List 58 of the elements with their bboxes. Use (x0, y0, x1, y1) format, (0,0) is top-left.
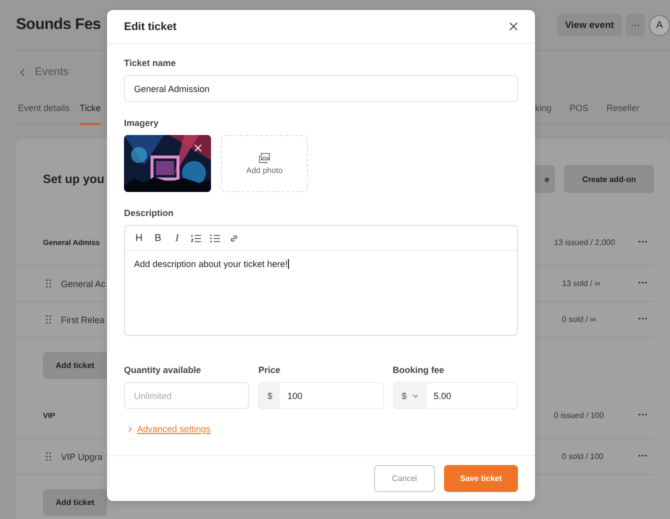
ticket-name: General Ac (61, 278, 106, 288)
card-button[interactable]: Create add-on (564, 165, 654, 193)
remove-icon[interactable] (194, 144, 202, 152)
more-button[interactable]: ··· (638, 314, 648, 325)
drag-handle-icon[interactable] (46, 452, 51, 461)
description-text: Add description about your ticket here! (134, 259, 288, 269)
chevron-right-icon (128, 426, 132, 432)
image-icon (259, 152, 270, 162)
avatar[interactable]: A (649, 14, 670, 36)
drag-handle-icon[interactable] (46, 315, 51, 324)
close-icon[interactable] (509, 22, 518, 31)
ticket-name: First Relea (61, 314, 105, 324)
tab[interactable]: Reseller (606, 93, 640, 125)
dialog-title: Edit ticket (124, 20, 177, 32)
link-icon[interactable] (229, 234, 239, 242)
ticket-name: VIP Upgra (61, 452, 102, 462)
sold-count: 0 sold / 100 (562, 452, 604, 461)
chevron-down-icon[interactable] (412, 394, 419, 398)
view-event-button[interactable]: View event (557, 14, 622, 36)
field-label: Description (124, 208, 174, 218)
more-button[interactable]: ··· (638, 236, 648, 248)
more-button[interactable]: ··· (638, 410, 648, 420)
field-label: Quantity available (124, 365, 202, 375)
field-label: Price (258, 365, 280, 375)
sold-count: 0 sold / ∞ (562, 315, 596, 324)
heading-button[interactable]: H (134, 232, 144, 244)
advanced-settings-link[interactable]: Advanced settings (124, 424, 211, 434)
ticket-name-field[interactable]: General Admission (124, 75, 518, 102)
event-title: Sounds Fes (16, 16, 101, 34)
add-ticket-button[interactable]: Add ticket (43, 488, 107, 516)
cancel-button[interactable]: Cancel (374, 464, 435, 492)
card-button[interactable]: e (535, 165, 556, 193)
bullet-list-icon[interactable] (210, 234, 220, 242)
field-label: Imagery (124, 118, 159, 128)
issued-count: 13 issued / 2,000 (554, 238, 615, 246)
tab[interactable]: king (535, 93, 552, 125)
italic-button[interactable]: I (172, 232, 182, 244)
quantity-field[interactable]: Unlimited (124, 382, 250, 409)
back-icon[interactable] (20, 68, 25, 76)
more-button[interactable]: ··· (638, 451, 648, 462)
tab[interactable]: POS (570, 93, 589, 125)
price-field[interactable]: $ 100 (258, 382, 384, 409)
numbered-list-icon[interactable] (191, 234, 201, 242)
description-editor[interactable]: H B I Add description about your ticket here! (124, 225, 518, 336)
add-photo-button[interactable]: Add photo (221, 135, 308, 192)
drag-handle-icon[interactable] (46, 279, 51, 288)
booking-fee-field[interactable]: $ 5.00 (392, 382, 518, 409)
more-button[interactable]: ··· (638, 278, 648, 289)
issued-count: 0 issued / 100 (554, 410, 604, 420)
more-button[interactable]: ··· (626, 14, 645, 36)
tab[interactable]: Event details (18, 93, 70, 125)
sold-count: 13 sold / ∞ (562, 279, 600, 288)
tab[interactable]: Ticke (80, 93, 101, 125)
field-label: Ticket name (124, 58, 176, 68)
field-label: Booking fee (392, 365, 444, 375)
add-ticket-button[interactable]: Add ticket (43, 352, 107, 378)
section-heading: Set up you (43, 172, 104, 186)
bold-button[interactable]: B (153, 232, 163, 244)
